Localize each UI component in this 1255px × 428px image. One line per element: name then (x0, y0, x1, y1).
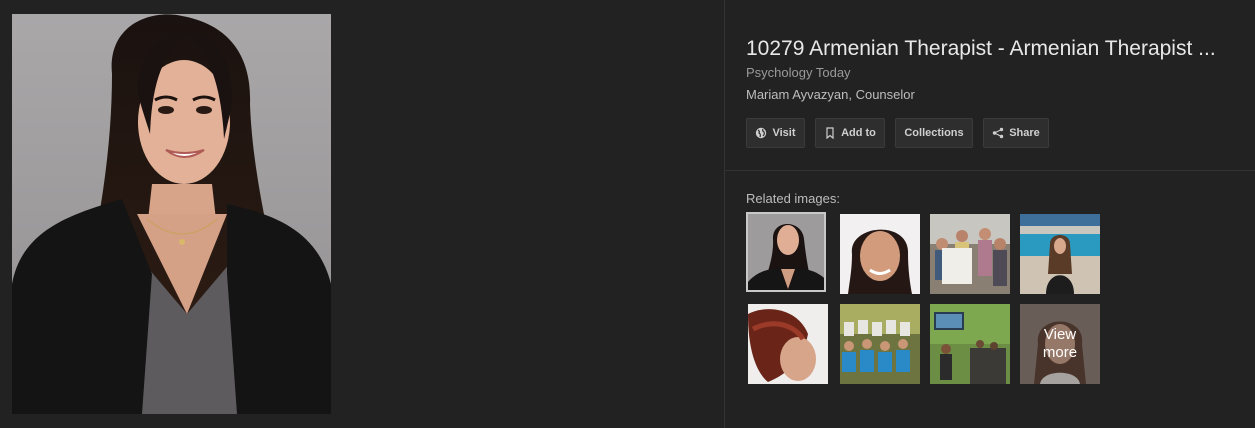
result-title[interactable]: 10279 Armenian Therapist - Armenian Ther… (746, 37, 1246, 61)
horizontal-divider (725, 170, 1255, 171)
vertical-divider (724, 0, 725, 428)
view-more-line2: more (1042, 344, 1078, 361)
view-more-line1: View (1043, 326, 1077, 343)
related-thumb[interactable] (930, 214, 1010, 294)
related-thumb[interactable] (748, 304, 828, 384)
main-preview-image[interactable] (12, 14, 331, 414)
bookmark-icon (826, 127, 834, 139)
related-images-label: Related images: (746, 191, 840, 206)
collections-label: Collections (904, 127, 964, 139)
visit-label: Visit (772, 127, 796, 139)
share-icon (993, 127, 1004, 139)
globe-icon (756, 127, 767, 139)
result-source[interactable]: Psychology Today (746, 65, 851, 80)
related-thumb[interactable] (746, 212, 826, 292)
collections-button[interactable]: Collections (895, 118, 973, 148)
visit-button[interactable]: Visit (746, 118, 805, 148)
view-more-button[interactable]: View more (1020, 304, 1100, 384)
related-thumb[interactable] (840, 304, 920, 384)
related-thumb[interactable] (1020, 214, 1100, 294)
view-more-overlay: View more (1020, 304, 1100, 384)
related-thumb[interactable] (840, 214, 920, 294)
share-button[interactable]: Share (983, 118, 1049, 148)
add-to-button[interactable]: Add to (815, 118, 885, 148)
result-description: Mariam Ayvazyan, Counselor (746, 87, 915, 102)
related-thumb[interactable] (930, 304, 1010, 384)
add-to-label: Add to (841, 127, 876, 139)
share-label: Share (1009, 127, 1040, 139)
